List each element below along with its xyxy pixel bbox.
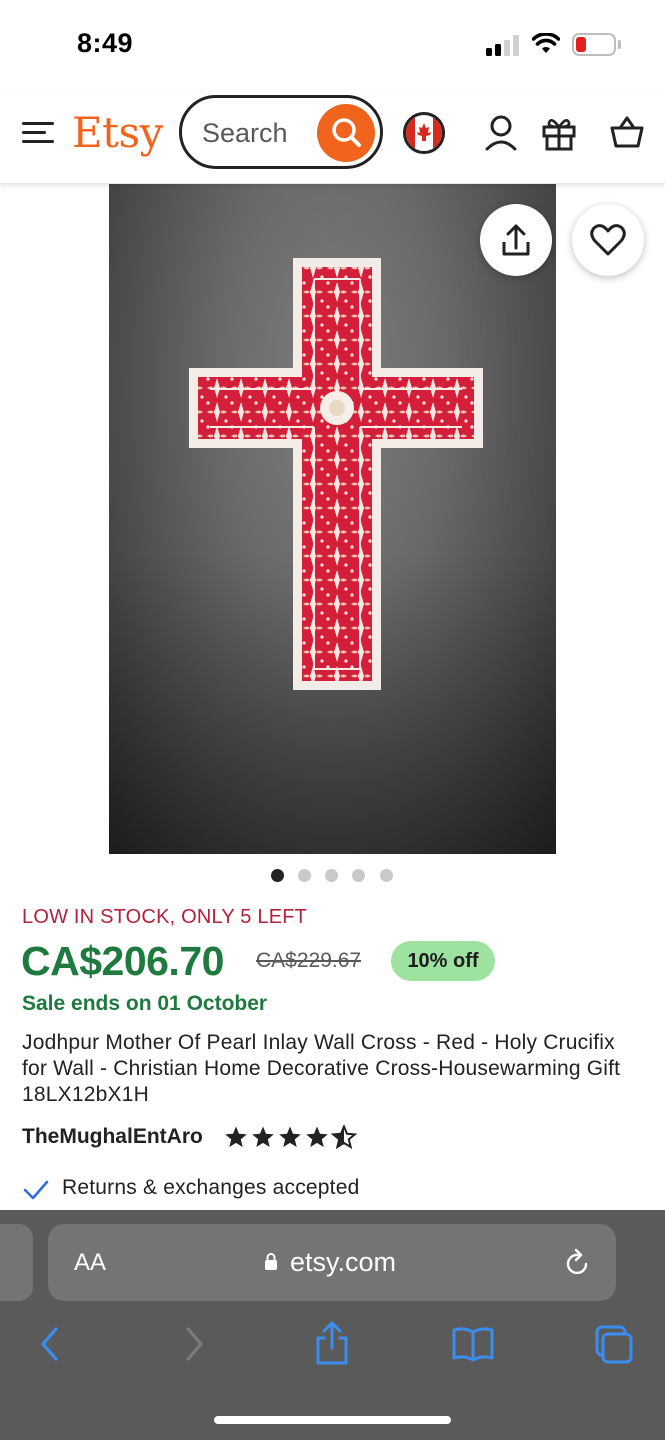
share-icon (502, 224, 530, 256)
star-icon (252, 1126, 274, 1147)
rating-stars[interactable] (224, 1125, 360, 1149)
status-time: 8:49 (77, 28, 134, 58)
site-header: Etsy (0, 90, 665, 184)
search-input[interactable] (202, 116, 312, 150)
sale-ends-text: Sale ends on 01 October (22, 992, 268, 1015)
carousel-dot[interactable] (298, 869, 311, 882)
product-title: Jodhpur Mother Of Pearl Inlay Wall Cross… (22, 1031, 621, 1106)
checkmark-icon (23, 1180, 49, 1200)
search-button[interactable] (317, 104, 375, 162)
star-icon (279, 1126, 301, 1147)
back-icon[interactable] (36, 1324, 64, 1364)
address-bar[interactable]: AA etsy.com (48, 1224, 616, 1301)
wifi-icon (532, 33, 560, 53)
carousel-dot[interactable] (352, 869, 365, 882)
carousel-dot[interactable] (271, 869, 284, 882)
lock-icon (265, 1253, 277, 1270)
product-image[interactable] (109, 184, 556, 854)
status-bar: 8:49 (0, 0, 665, 90)
cross-photo (189, 258, 483, 690)
url-text[interactable]: etsy.com (290, 1247, 396, 1278)
cart-icon[interactable] (610, 114, 644, 150)
carousel-dot[interactable] (380, 869, 393, 882)
star-icon (306, 1126, 328, 1147)
original-price: CA$229.67 (256, 949, 362, 972)
canada-flag-icon[interactable] (403, 112, 445, 154)
half-star-icon (332, 1125, 356, 1148)
battery-tip (618, 40, 621, 49)
star-icon (225, 1126, 247, 1147)
cellular-signal-icon (486, 34, 520, 56)
aa-label: AA (74, 1249, 107, 1276)
menu-icon[interactable] (22, 120, 54, 146)
account-icon[interactable] (484, 114, 518, 152)
reader-settings-button[interactable]: AA (74, 1249, 106, 1277)
etsy-logo[interactable]: Etsy (72, 108, 163, 157)
stock-notice: LOW IN STOCK, ONLY 5 LEFT (22, 906, 308, 928)
sale-price: CA$206.70 (21, 938, 224, 984)
browser-toolbar: AA etsy.com (0, 1210, 665, 1440)
home-indicator[interactable] (214, 1416, 451, 1424)
favorite-button[interactable] (572, 204, 644, 276)
returns-text: Returns & exchanges accepted (62, 1176, 360, 1199)
shop-name-link[interactable]: TheMughalEntAro (22, 1125, 203, 1149)
share-button[interactable] (480, 204, 552, 276)
search-box[interactable] (179, 95, 383, 169)
share-icon[interactable] (314, 1320, 350, 1366)
favorite-heart-icon (590, 224, 626, 256)
previous-tab-preview[interactable] (0, 1224, 33, 1301)
reload-icon[interactable] (564, 1248, 592, 1278)
battery-icon (572, 33, 616, 56)
forward-icon[interactable] (180, 1324, 208, 1364)
gift-icon[interactable] (541, 114, 577, 152)
carousel-dot[interactable] (325, 869, 338, 882)
discount-badge: 10% off (391, 941, 495, 981)
bookmarks-icon[interactable] (451, 1326, 495, 1362)
tabs-icon[interactable] (594, 1324, 634, 1366)
search-icon (332, 118, 361, 147)
